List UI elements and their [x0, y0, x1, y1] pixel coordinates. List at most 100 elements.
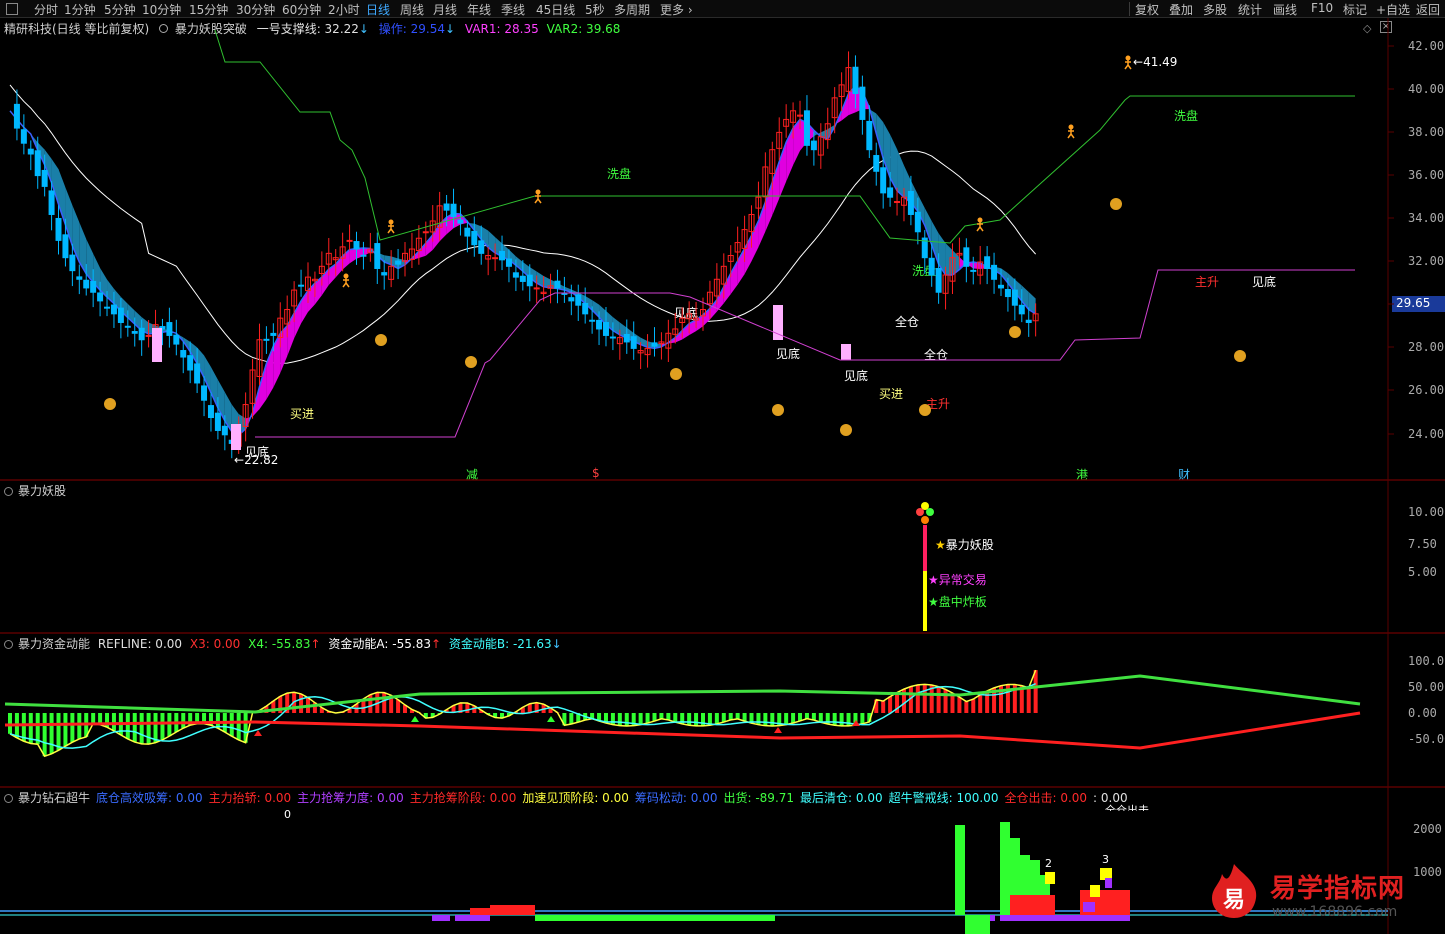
candle-down [970, 269, 977, 272]
candle-down [443, 203, 450, 211]
candle-down [1011, 289, 1018, 306]
hist-bar-up [881, 701, 886, 713]
money-bag-icon [840, 424, 852, 436]
candle-down [609, 336, 616, 339]
money-bag-icon [772, 404, 784, 416]
money-bag-icon [104, 398, 116, 410]
candle-down [602, 322, 609, 336]
candle-down [450, 203, 457, 218]
hist-bar-down [63, 713, 68, 747]
hist-bar-up [957, 697, 962, 713]
hist-bar-up [943, 689, 948, 713]
volume-bar-green [1000, 822, 1010, 915]
candle-down [353, 241, 360, 250]
candle-down [34, 150, 41, 177]
candle-down [582, 302, 589, 315]
candle-down [187, 355, 194, 371]
highlight-candle [152, 328, 162, 362]
candle-down [104, 306, 111, 309]
runner-icon [388, 219, 394, 225]
candle-down [526, 274, 533, 287]
candle-down [512, 272, 519, 278]
hist-bar-up [299, 693, 304, 713]
band-segment-up [273, 333, 281, 388]
candle-down [478, 240, 485, 254]
hist-bar-down [721, 713, 726, 723]
price-axis-tick: 24.00 [1408, 427, 1445, 441]
hist-bar-down [645, 713, 650, 724]
hist-bar-up [936, 686, 941, 713]
candle-down [76, 276, 83, 280]
hist-bar-down [763, 713, 768, 726]
band-segment-up [432, 224, 440, 250]
watermark-brand: 易学指标网 [1270, 874, 1406, 904]
candle-down [13, 103, 20, 129]
volume-bar-green [965, 915, 990, 934]
hist-bar-down [694, 713, 699, 726]
hist-bar-down [77, 713, 82, 739]
chart-canvas[interactable] [0, 0, 1445, 934]
candle-down [499, 250, 506, 261]
runner-icon [1124, 60, 1132, 70]
hist-bar-down [153, 713, 158, 743]
panel3-axis-tick: 0.00 [1408, 706, 1437, 720]
signal-arrow-icon [774, 727, 782, 733]
highlight-candle [773, 305, 783, 340]
candle-down [589, 319, 596, 322]
band-segment-down [945, 243, 953, 275]
candle-down [214, 412, 221, 431]
var2-line [214, 29, 1355, 244]
candle-down [914, 211, 921, 233]
band-segment-up [259, 363, 267, 410]
volume-bar-green [955, 825, 965, 915]
price-axis-tick: 32.00 [1408, 254, 1445, 268]
runner-icon [343, 273, 349, 279]
hist-bar-up [1026, 687, 1031, 713]
hist-bar-down [673, 713, 678, 723]
runner-icon [535, 189, 541, 195]
money-bag-icon [1234, 350, 1246, 362]
candle-down [1004, 288, 1011, 298]
volume-bar-purple [1000, 915, 1130, 921]
signal-arrow-icon [852, 720, 860, 726]
panel3-axis-tick: 100.0 [1408, 654, 1445, 668]
candle-down [651, 342, 658, 347]
hist-bar-down [569, 713, 574, 724]
panel2-axis-tick: 10.00 [1408, 505, 1445, 519]
candle-down [263, 338, 270, 341]
hist-bar-down [42, 713, 47, 757]
hist-bar-up [396, 699, 401, 713]
hist-bar-down [181, 713, 186, 729]
candle-down [596, 319, 603, 330]
candle-up [145, 334, 152, 337]
candle-down [1025, 319, 1032, 323]
candle-down [173, 334, 180, 345]
money-bag-icon [919, 404, 931, 416]
hist-bar-down [728, 713, 733, 720]
runner-icon [1067, 129, 1075, 139]
volume-bar-purple [455, 915, 490, 921]
runner-icon [342, 278, 350, 288]
volume-bar-red [470, 908, 490, 915]
candle-down [880, 167, 887, 194]
panel3-axis-tick: 50.00 [1408, 680, 1445, 694]
candle-down [568, 297, 575, 302]
band-segment-up [356, 247, 364, 259]
candle-down [984, 256, 991, 269]
candle-down [997, 284, 1004, 289]
signal-bar [923, 525, 927, 571]
candle-down [963, 247, 970, 267]
hist-bar-down [125, 713, 130, 739]
hist-bar-down [811, 713, 816, 721]
hist-bar-down [714, 713, 719, 724]
money-bag-icon [670, 368, 682, 380]
hist-bar-up [922, 684, 927, 713]
candle-down [554, 280, 561, 289]
band-segment-up [682, 323, 690, 340]
hist-bar-down [70, 713, 75, 743]
candle-down [505, 258, 512, 267]
signal-bar [923, 571, 927, 631]
candle-down [907, 190, 914, 215]
candle-down [117, 307, 124, 323]
watermark-logo-char: 易 [1222, 888, 1245, 913]
